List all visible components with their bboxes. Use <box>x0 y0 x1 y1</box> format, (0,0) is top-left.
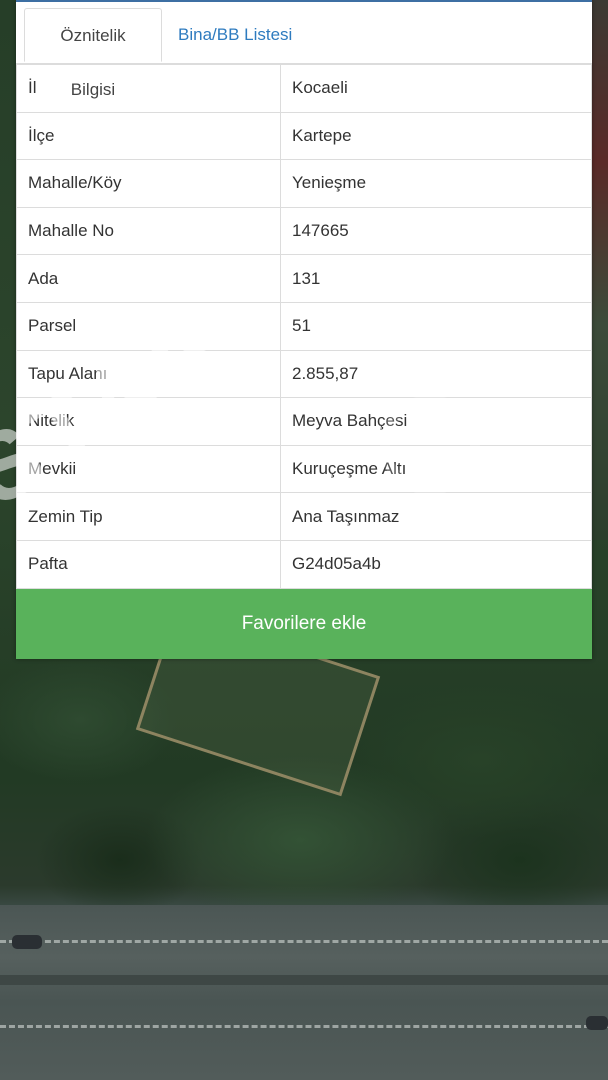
road-median <box>0 975 608 985</box>
highway <box>0 905 608 1080</box>
table-row: Tapu Alanı 2.855,87 <box>16 349 592 399</box>
lane-marking <box>0 1025 608 1028</box>
tab-bar: Öznitelik Bilgisi Bina/BB Listesi <box>16 0 592 99</box>
tab-attribute-info[interactable]: Öznitelik Bilgisi <box>24 8 162 99</box>
lane-marking <box>0 940 608 943</box>
attribute-panel: Öznitelik Bilgisi Bina/BB Listesi İl Koca… <box>16 0 592 659</box>
car <box>12 935 42 949</box>
attribute-value: G24d05a4b <box>280 539 592 589</box>
attribute-value: Kocaeli <box>280 64 592 113</box>
attribute-key: Nitelik <box>16 397 281 446</box>
table-row: Nitelik Meyva Bahçesi <box>16 397 592 446</box>
table-row: Mevkii Kuruçeşme Altı <box>16 444 592 494</box>
table-row: Ada 131 <box>16 254 592 303</box>
map-edge-terrain <box>592 0 608 540</box>
attribute-key: Parsel <box>16 301 281 351</box>
table-row: İlçe Kartepe <box>16 111 592 161</box>
car <box>586 1016 608 1030</box>
attribute-value: Meyva Bahçesi <box>280 397 592 446</box>
table-row: Pafta G24d05a4b <box>16 539 592 589</box>
attribute-value: 51 <box>280 301 592 351</box>
attribute-key: Mahalle/Köy <box>16 159 281 208</box>
attribute-value: Ana Taşınmaz <box>280 492 592 541</box>
attribute-value: 147665 <box>280 206 592 256</box>
table-row: Mahalle No 147665 <box>16 206 592 256</box>
attribute-value: Kartepe <box>280 111 592 161</box>
attribute-key: Mevkii <box>16 444 281 494</box>
table-row: Parsel 51 <box>16 301 592 351</box>
tab-building-list[interactable]: Bina/BB Listesi <box>166 8 304 62</box>
attribute-key: Pafta <box>16 539 281 589</box>
attribute-key: İlçe <box>16 111 281 161</box>
attribute-value: 2.855,87 <box>280 349 592 399</box>
add-to-favorites-button[interactable]: Favorilere ekle <box>16 588 592 659</box>
attribute-value: 131 <box>280 254 592 303</box>
attribute-value: Kuruçeşme Altı <box>280 444 592 494</box>
attribute-table: İl Kocaeli İlçe Kartepe Mahalle/Köy Yenieşme M… <box>16 64 592 589</box>
attribute-key: Ada <box>16 254 281 303</box>
attribute-key: Zemin Tip <box>16 492 281 541</box>
attribute-key: Tapu Alanı <box>16 349 281 399</box>
table-row: Mahalle/Köy Yenieşme <box>16 159 592 208</box>
attribute-value: Yenieşme <box>280 159 592 208</box>
table-row: Zemin Tip Ana Taşınmaz <box>16 492 592 541</box>
attribute-key: Mahalle No <box>16 206 281 256</box>
attribute-key: İl <box>16 64 281 113</box>
